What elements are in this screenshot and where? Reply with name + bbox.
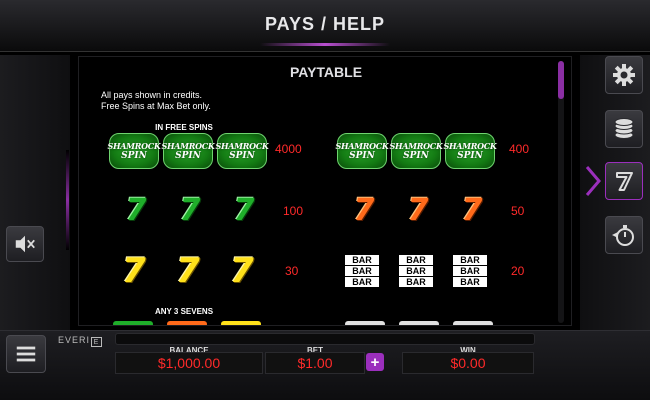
yellow-seven-symbol: 7 [122,251,146,291]
green-seven-symbol: 7 [233,192,255,228]
triple-bar-symbol: BAR BAR BAR [445,253,495,289]
orange-seven-symbol: 7 [461,192,483,228]
green-seven-peek [113,321,153,325]
shamrock-spin-symbol: SHAMROCK SPIN [215,133,269,169]
shamrock-spin-symbol: SHAMROCK SPIN [389,133,443,169]
shamrock-spin-symbol: SHAMROCK SPIN [335,133,389,169]
balance-meter: $1,000.00 [115,352,263,374]
green-seven-symbol: 7 [125,192,147,228]
triple-bar-symbol: BAR BAR BAR [391,253,441,289]
bar-peek [399,321,439,325]
title-accent [260,43,390,46]
spin-text: SPIN [175,150,201,161]
pay-orange-sevens: 50 [511,204,525,218]
yellow-seven-symbol: 7 [176,251,200,291]
bet-increase-button[interactable]: + [366,353,384,371]
coin-stack-icon [614,118,634,139]
green-seven-symbol: 7 [179,192,201,228]
seven-icon [616,172,633,191]
bet-meter: $1.00 [265,352,365,374]
bar-text: BAR [399,266,433,276]
spin-text: SPIN [121,150,147,161]
denomination-button[interactable] [605,110,643,148]
bar-text: BAR [345,266,379,276]
mute-button[interactable] [6,226,44,262]
any-sevens-label: ANY 3 SEVENS [154,307,214,316]
pay-shamrock-free-spins: 4000 [275,142,302,156]
pay-green-sevens: 100 [283,204,304,218]
settings-button[interactable] [605,56,643,94]
bar-peek [345,321,385,325]
note-line-credits: All pays shown in credits. [101,90,203,100]
bar-text: BAR [345,277,379,287]
bar-text: BAR [453,266,487,276]
left-rail-accent [66,150,69,250]
bar-text: BAR [399,277,433,287]
shamrock-text: SHAMROCK [389,140,443,151]
shamrock-text: SHAMROCK [335,140,389,151]
speaker-mute-icon [15,235,35,253]
paytable-panel[interactable]: PAYTABLE All pays shown in credits. Free… [78,56,572,326]
orange-seven-peek [167,321,207,325]
brand-name: EVERI [58,335,91,345]
shamrock-text: SHAMROCK [215,140,269,151]
paytable-scroll-thumb[interactable] [558,61,564,99]
paytable-note: All pays shown in credits. Free Spins at… [101,90,211,112]
left-rail [0,55,70,330]
yellow-seven-peek [221,321,261,325]
bar-text: BAR [399,255,433,265]
brand-mark: E [91,337,103,347]
spin-text: SPIN [403,150,429,161]
bar-text: BAR [453,277,487,287]
spin-text: SPIN [349,150,375,161]
orange-seven-symbol: 7 [407,192,429,228]
win-meter: $0.00 [402,352,534,374]
yellow-seven-symbol: 7 [230,251,254,291]
free-spins-label: IN FREE SPINS [155,123,213,132]
bar-text: BAR [345,255,379,265]
stopwatch-icon [612,225,634,246]
autoplay-button[interactable] [605,216,643,254]
paytable-button[interactable] [605,162,643,200]
spin-text: SPIN [229,150,255,161]
shamrock-spin-symbol: SHAMROCK SPIN [161,133,215,169]
paytable-title: PAYTABLE [289,64,363,80]
bar-peek [453,321,493,325]
shamrock-spin-symbol: SHAMROCK SPIN [107,133,161,169]
paytable-scrollbar[interactable] [558,61,564,323]
shamrock-spin-symbol: SHAMROCK SPIN [443,133,497,169]
orange-seven-symbol: 7 [353,192,375,228]
spin-text: SPIN [457,150,483,161]
menu-button[interactable] [6,335,46,373]
page-title: PAYS / HELP [264,14,386,34]
hamburger-icon [16,346,36,362]
shamrock-text: SHAMROCK [161,140,215,151]
shamrock-text: SHAMROCK [107,140,161,151]
message-strip [115,333,535,345]
pay-shamrock: 400 [509,142,530,156]
gear-icon [613,64,635,86]
bar-text: BAR [453,255,487,265]
note-line-max-bet: Free Spins at Max Bet only. [101,101,211,111]
brand-logo: EVERI E [58,335,103,347]
triple-bar-symbol: BAR BAR BAR [337,253,387,289]
pay-yellow-sevens: 30 [285,264,299,278]
shamrock-text: SHAMROCK [443,140,497,151]
chevron-right-icon[interactable] [584,164,602,198]
pay-triple-bar: 20 [511,264,525,278]
